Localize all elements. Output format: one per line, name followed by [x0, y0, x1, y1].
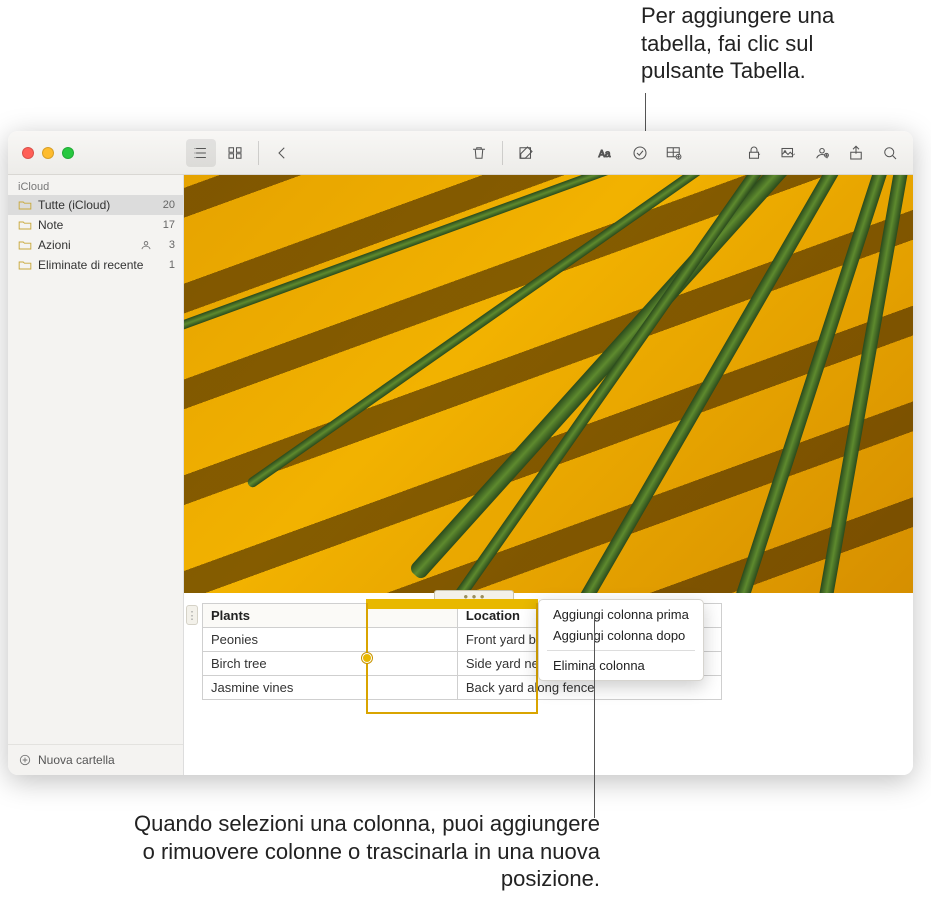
plus-circle-icon: [18, 753, 32, 767]
menu-delete-column[interactable]: Elimina colonna: [539, 655, 703, 676]
window-controls: [8, 147, 88, 159]
folder-icon: [18, 240, 32, 251]
menu-add-column-before[interactable]: Aggiungi colonna prima: [539, 604, 703, 625]
text-format-icon[interactable]: Aa: [591, 139, 621, 167]
minimize-window-button[interactable]: [42, 147, 54, 159]
notes-window: Aa iCloud: [8, 131, 913, 775]
note-image: [184, 175, 913, 593]
callout-table-button: Per aggiungere una tabella, fai clic sul…: [641, 2, 901, 85]
trash-icon[interactable]: [464, 139, 494, 167]
toolbar: Aa: [8, 131, 913, 175]
column-resize-knob[interactable]: [362, 653, 372, 663]
sidebar-item-label: Note: [38, 218, 153, 232]
sidebar-section-heading: iCloud: [8, 175, 183, 195]
collaborate-icon[interactable]: [807, 139, 837, 167]
svg-text:Aa: Aa: [599, 148, 612, 159]
sidebar-item-all-icloud[interactable]: Tutte (iCloud) 20: [8, 195, 183, 215]
menu-add-column-after[interactable]: Aggiungi colonna dopo: [539, 625, 703, 646]
table-cell[interactable]: Peonies: [203, 628, 458, 652]
search-icon[interactable]: [875, 139, 905, 167]
table-insert-icon[interactable]: [659, 139, 689, 167]
sidebar-item-count: 17: [159, 219, 175, 231]
callout-line: [594, 618, 595, 818]
table-cell[interactable]: Birch tree: [203, 652, 458, 676]
table-cell[interactable]: Jasmine vines: [203, 676, 458, 700]
row-handle[interactable]: [186, 605, 198, 625]
compose-icon[interactable]: [511, 139, 541, 167]
sidebar-item-count: 20: [159, 199, 175, 211]
sidebar-item-notes[interactable]: Note 17: [8, 215, 183, 235]
view-mode-group: [184, 139, 252, 167]
new-folder-label: Nuova cartella: [38, 753, 115, 767]
list-view-icon[interactable]: [186, 139, 216, 167]
sidebar-item-label: Eliminate di recente: [38, 258, 153, 272]
shared-icon: [139, 238, 153, 252]
share-icon[interactable]: [841, 139, 871, 167]
sidebar-item-count: 1: [159, 259, 175, 271]
folder-icon: [18, 200, 32, 211]
new-folder-button[interactable]: Nuova cartella: [8, 744, 183, 775]
sidebar-item-label: Tutte (iCloud): [38, 198, 153, 212]
column-handle[interactable]: • • •: [434, 590, 514, 602]
callout-column-select: Quando selezioni una colonna, puoi aggiu…: [120, 810, 600, 893]
lock-icon[interactable]: [739, 139, 769, 167]
sidebar-item-count: 3: [159, 239, 175, 251]
folder-icon: [18, 220, 32, 231]
zoom-window-button[interactable]: [62, 147, 74, 159]
menu-divider: [547, 650, 695, 651]
sidebar-item-recently-deleted[interactable]: Eliminate di recente 1: [8, 255, 183, 275]
close-window-button[interactable]: [22, 147, 34, 159]
media-icon[interactable]: [773, 139, 803, 167]
column-context-menu: Aggiungi colonna prima Aggiungi colonna …: [538, 599, 704, 681]
folder-icon: [18, 260, 32, 271]
table-header-plants[interactable]: Plants: [203, 604, 458, 628]
note-content: • • • Plants Location Peonies Front yard…: [184, 175, 913, 775]
sidebar-item-actions[interactable]: Azioni 3: [8, 235, 183, 255]
back-icon[interactable]: [267, 139, 297, 167]
sidebar: iCloud Tutte (iCloud) 20 Note 17 Az: [8, 175, 184, 775]
sidebar-item-label: Azioni: [38, 238, 133, 252]
checklist-icon[interactable]: [625, 139, 655, 167]
gallery-view-icon[interactable]: [220, 139, 250, 167]
